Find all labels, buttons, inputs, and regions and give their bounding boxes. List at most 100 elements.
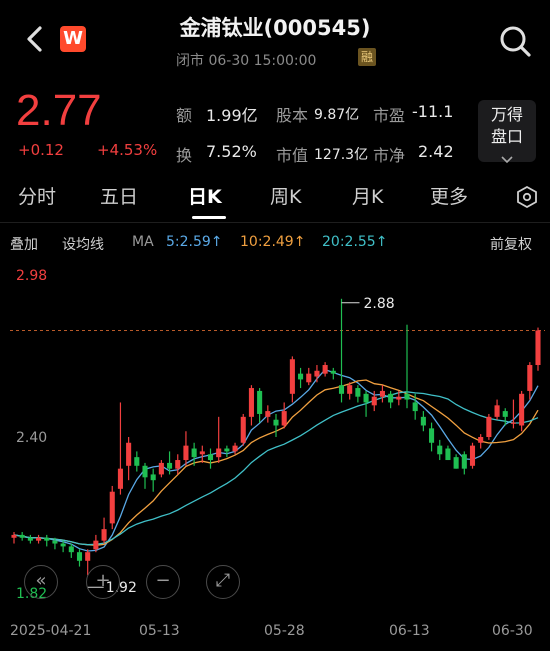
candle-body <box>429 428 435 443</box>
ma20-value: 20:2.55↑ <box>322 234 388 250</box>
candle-body <box>273 419 279 426</box>
candle-body <box>93 540 99 550</box>
candle-body <box>248 388 254 417</box>
candle-body <box>371 396 377 406</box>
x-label-2: 05-13 <box>139 623 180 639</box>
scroll-left-button[interactable]: « <box>24 565 58 599</box>
candle-body <box>265 411 271 417</box>
stat-value-amount: 1.99亿 <box>206 106 258 125</box>
candle-body <box>134 457 140 466</box>
candle-body <box>60 543 66 547</box>
candle-body <box>232 445 238 452</box>
stat-label-mktcap: 市值 <box>276 146 309 165</box>
x-label-3: 05-28 <box>264 623 305 639</box>
active-tab-indicator <box>192 216 226 219</box>
tab-daily-k[interactable]: 日K <box>188 182 222 209</box>
candle-body <box>167 462 173 469</box>
ma10-line <box>13 379 539 546</box>
candle-body <box>52 540 58 544</box>
candle-body <box>281 411 287 426</box>
stat-label-turnover: 换 <box>176 146 193 165</box>
stat-label-amount: 额 <box>176 106 193 125</box>
margin-badge: 融 <box>358 48 376 66</box>
candle-body <box>510 422 516 424</box>
overlay-button[interactable]: 叠加 <box>10 234 38 254</box>
candle-body <box>68 546 74 553</box>
price-change: +0.12 <box>18 141 64 159</box>
candle-body <box>76 552 83 561</box>
high-marker-label: 2.88 <box>364 296 395 312</box>
tab-monthly-k[interactable]: 月K <box>352 182 383 209</box>
fullscreen-button[interactable]: ⤢ <box>206 565 240 599</box>
stat-label-shares: 股本 <box>276 106 309 125</box>
candle-body <box>224 448 230 452</box>
last-price: 2.77 <box>16 86 102 135</box>
candle-body <box>461 454 467 469</box>
candle-body <box>199 451 205 455</box>
x-label-5: 06-30 <box>492 623 533 639</box>
candle-body <box>396 396 402 400</box>
candle-body <box>19 534 25 538</box>
candle-body <box>306 373 312 383</box>
search-icon[interactable] <box>496 22 534 60</box>
stat-value-turnover: 7.52% <box>206 142 257 161</box>
market-status: 闭市 06-30 15:00:00 <box>176 53 317 69</box>
chevron-down-icon <box>501 156 513 164</box>
wan-line2: 盘口 <box>490 127 523 146</box>
candle-body <box>330 370 336 374</box>
candle-body <box>216 448 222 458</box>
candle-body <box>486 416 492 437</box>
candle-body <box>175 460 181 469</box>
candle-body <box>363 393 369 403</box>
candle-body <box>338 385 345 394</box>
candle-body <box>314 370 320 377</box>
candle-body <box>142 465 148 478</box>
candle-body <box>519 393 525 426</box>
ma5-value: 5:2.59↑ <box>166 234 223 250</box>
stat-value-mktcap: 127.3亿 <box>314 147 369 163</box>
wan-line1: 万得 <box>490 105 523 124</box>
chart-settings-icon[interactable] <box>516 186 538 208</box>
stock-title: 金浦钛业(000545) <box>179 16 371 40</box>
candle-body <box>289 359 295 394</box>
candle-body <box>11 534 17 538</box>
candle-body <box>191 448 197 458</box>
candle-body <box>535 330 541 366</box>
candle-body <box>183 445 189 461</box>
zoom-in-button[interactable]: + <box>86 565 120 599</box>
candle-body <box>150 474 156 481</box>
set-ma-button[interactable]: 设均线 <box>62 234 104 254</box>
y-label-mid: 2.40 <box>16 430 47 446</box>
candle-body <box>126 442 132 466</box>
stat-value-shares: 9.87亿 <box>314 107 360 123</box>
candle-body <box>388 393 394 403</box>
tab-more[interactable]: 更多 <box>430 182 468 209</box>
candle-body <box>109 491 115 524</box>
kline-chart[interactable]: 2.982.401.822.881.92 <box>0 258 550 618</box>
candle-body <box>101 529 107 541</box>
candle-body <box>257 390 263 414</box>
ma10-value: 10:2.49↑ <box>240 234 306 250</box>
tab-five-day[interactable]: 五日 <box>100 182 138 209</box>
tab-weekly-k[interactable]: 周K <box>270 182 301 209</box>
adjust-mode[interactable]: 前复权 <box>490 234 532 254</box>
candle-body <box>298 373 304 380</box>
candle-body <box>445 448 451 461</box>
candle-body <box>478 437 484 443</box>
ma5-line <box>13 368 539 552</box>
candle-body <box>420 416 426 426</box>
candle-body <box>117 468 123 489</box>
candle-body <box>404 393 410 400</box>
stat-label-pb: 市净 <box>373 146 406 165</box>
candle-body <box>158 462 164 475</box>
x-label-4: 06-13 <box>389 623 430 639</box>
zoom-out-button[interactable]: − <box>146 565 180 599</box>
candle-body <box>36 537 42 541</box>
wind-orderbook-button[interactable]: 万得 盘口 <box>478 100 536 164</box>
candle-body <box>355 388 361 397</box>
tab-intraday[interactable]: 分时 <box>18 182 56 209</box>
candle-body <box>322 365 328 374</box>
candle-body <box>494 405 500 417</box>
y-label-top: 2.98 <box>16 268 47 284</box>
candle-body <box>347 385 353 394</box>
